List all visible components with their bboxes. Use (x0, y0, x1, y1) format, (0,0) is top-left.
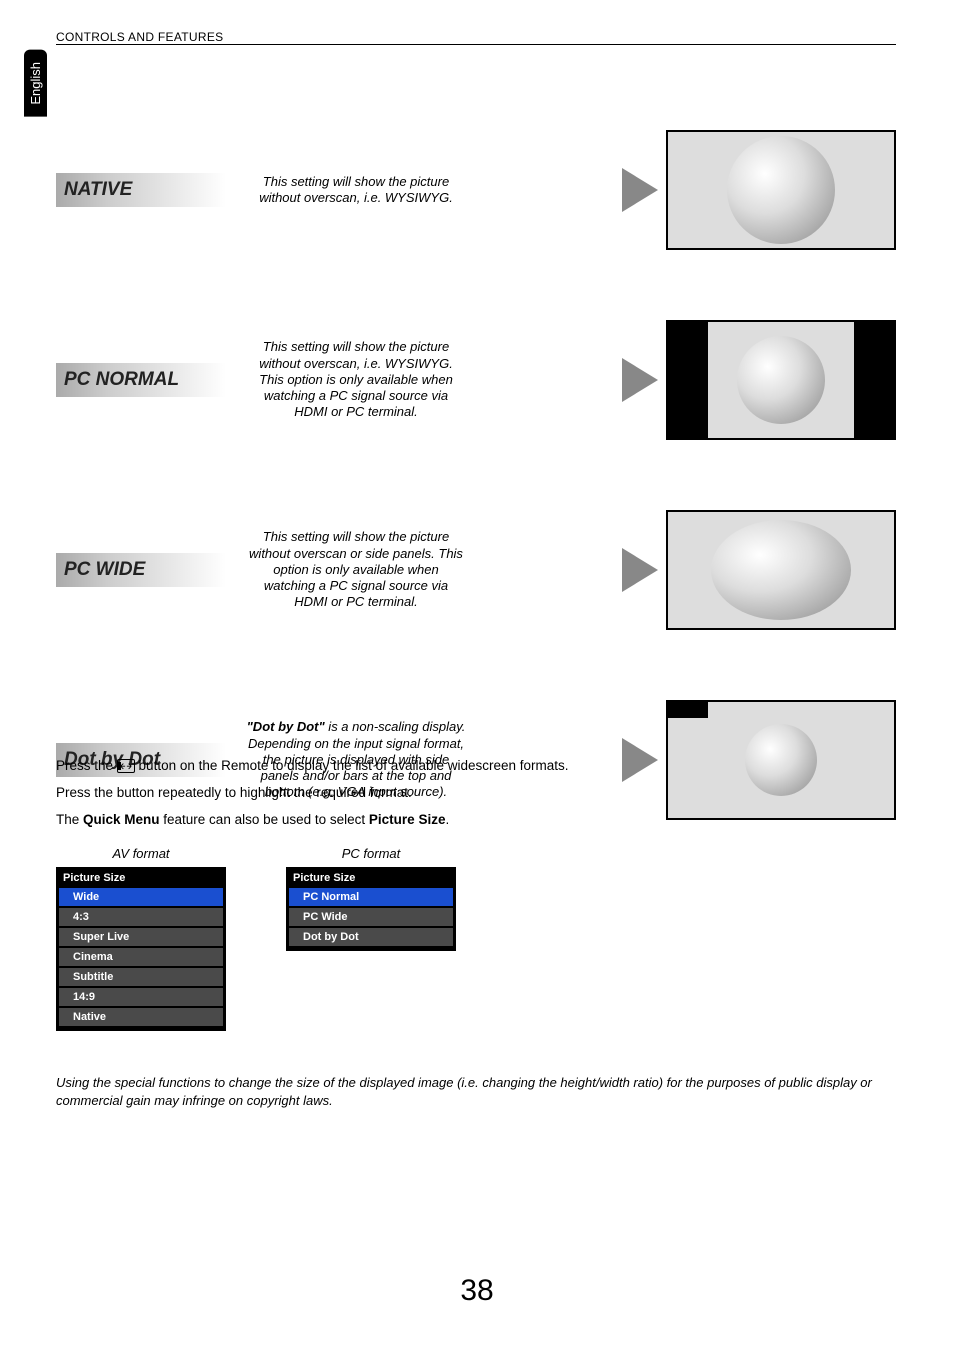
menu-previews: AV format Picture Size Wide 4:3 Super Live… (56, 846, 456, 1031)
screen-preview (666, 320, 896, 440)
menu-item: Wide (59, 888, 223, 906)
menu-caption: AV format (56, 846, 226, 861)
menu-item: Dot by Dot (289, 928, 453, 946)
menu-item: Cinema (59, 948, 223, 966)
menu-item: Native (59, 1008, 223, 1026)
menu-item: PC Wide (289, 908, 453, 926)
menu-item: Super Live (59, 928, 223, 946)
menu-box: Picture Size PC Normal PC Wide Dot by Dot (286, 867, 456, 951)
circle-icon (727, 136, 835, 244)
screen-preview (666, 130, 896, 250)
text: Quick Menu (83, 812, 160, 827)
mode-label-pc-normal: PC NORMAL (56, 363, 226, 397)
mode-desc-pc-wide: This setting will show the picture witho… (246, 529, 466, 610)
menu-box: Picture Size Wide 4:3 Super Live Cinema Subt… (56, 867, 226, 1031)
menu-caption: PC format (286, 846, 456, 861)
mode-row-pc-normal: PC NORMAL This setting will show the pic… (56, 320, 896, 440)
text: Press the (56, 758, 117, 773)
mode-vis-pc-wide (486, 510, 896, 630)
section-header: CONTROLS AND FEATURES (56, 30, 223, 44)
menu-pc-format: PC format Picture Size PC Normal PC Wide D… (286, 846, 456, 1031)
text: . (445, 812, 449, 827)
mode-desc-prefix: "Dot by Dot" (247, 719, 325, 734)
copyright-footnote: Using the special functions to change th… (56, 1074, 896, 1109)
mode-label-pc-wide: PC WIDE (56, 553, 226, 587)
text: feature can also be used to select (160, 812, 369, 827)
menu-header: Picture Size (57, 868, 225, 888)
mode-vis-pc-normal (486, 320, 896, 440)
menu-item: Subtitle (59, 968, 223, 986)
menu-header: Picture Size (287, 868, 455, 888)
picture-size-button-icon (117, 759, 135, 773)
arrow-icon (622, 168, 658, 212)
mode-row-pc-wide: PC WIDE This setting will show the pictu… (56, 510, 896, 630)
picture-modes: NATIVE This setting will show the pictur… (56, 130, 896, 820)
mode-row-native: NATIVE This setting will show the pictur… (56, 130, 896, 250)
instruction-line-1: Press the button on the Remote to displa… (56, 756, 896, 777)
menu-item: PC Normal (289, 888, 453, 906)
header-rule (56, 44, 896, 45)
menu-av-format: AV format Picture Size Wide 4:3 Super Live… (56, 846, 226, 1031)
mode-desc-pc-normal: This setting will show the picture witho… (246, 339, 466, 420)
instructions: Press the button on the Remote to displa… (56, 756, 896, 837)
circle-icon (737, 336, 825, 424)
menu-item: 4:3 (59, 908, 223, 926)
arrow-icon (622, 358, 658, 402)
mode-label-native: NATIVE (56, 173, 226, 207)
text: Picture Size (369, 812, 446, 827)
text: button on the Remote to display the list… (139, 758, 569, 773)
mode-desc-native: This setting will show the picture witho… (246, 174, 466, 207)
instruction-line-2: Press the button repeatedly to highlight… (56, 783, 896, 804)
instruction-line-3: The Quick Menu feature can also be used … (56, 810, 896, 831)
language-tab: English (24, 50, 47, 117)
page-number: 38 (0, 1274, 954, 1308)
text: The (56, 812, 83, 827)
menu-item: 14:9 (59, 988, 223, 1006)
mode-vis-native (486, 130, 896, 250)
arrow-icon (622, 548, 658, 592)
ellipse-icon (711, 520, 851, 620)
screen-preview (666, 510, 896, 630)
